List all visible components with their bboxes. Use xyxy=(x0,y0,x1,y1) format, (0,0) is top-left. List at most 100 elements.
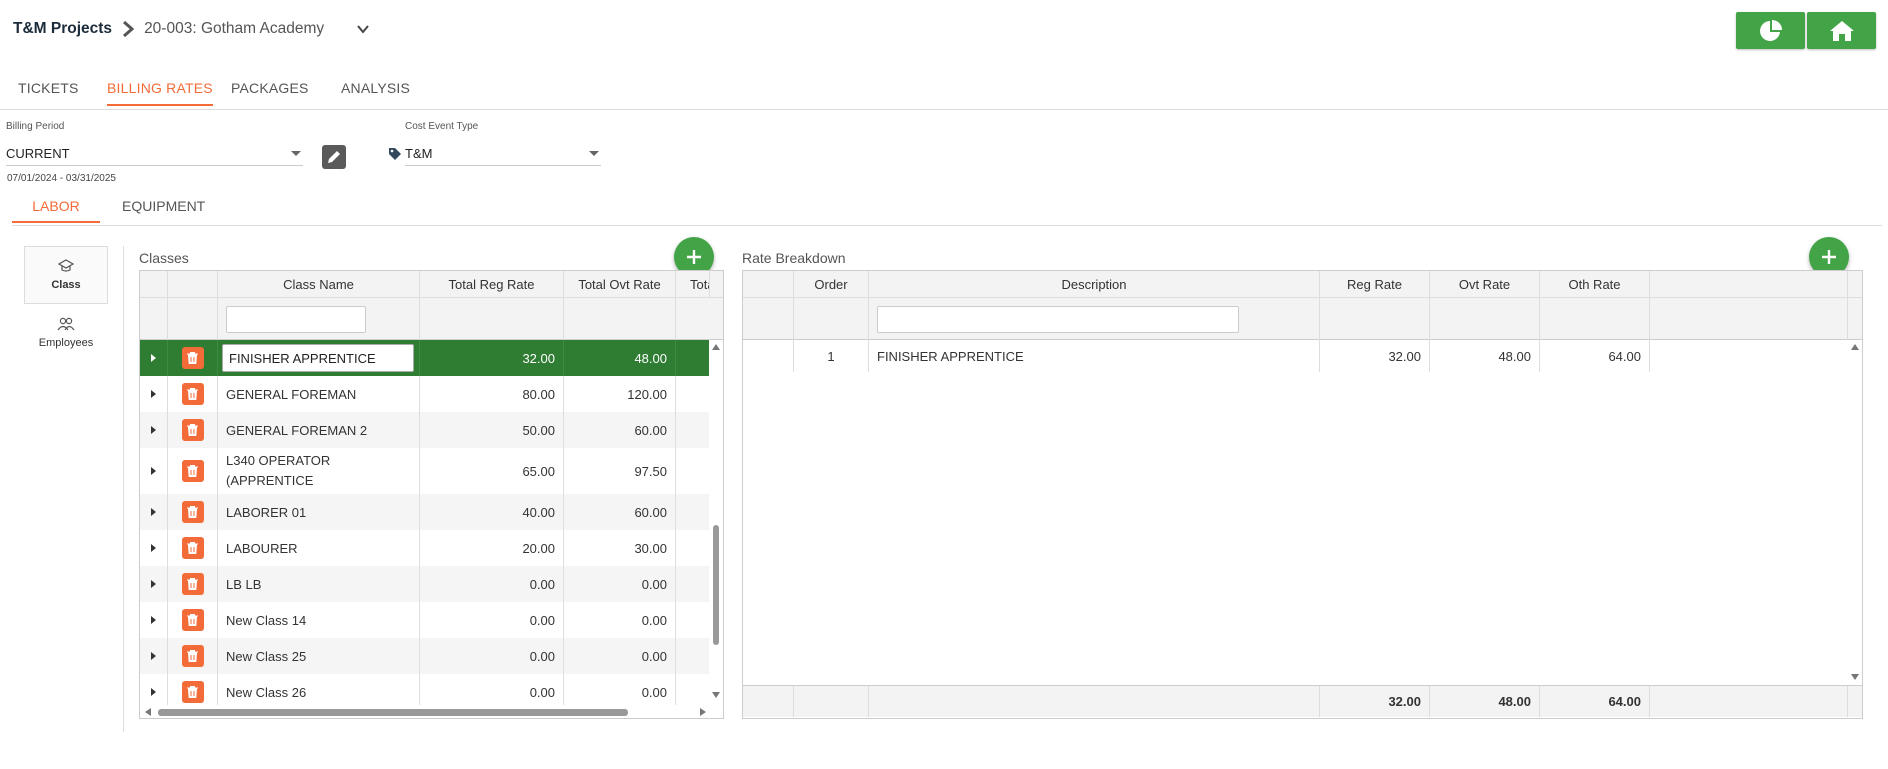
side-item-class-label: Class xyxy=(51,279,81,291)
class-name-cell[interactable]: New Class 14 xyxy=(218,602,420,638)
tab-packages[interactable]: PACKAGES xyxy=(231,80,309,104)
header-total-reg-rate[interactable]: Total Reg Rate xyxy=(420,271,564,298)
table-row[interactable]: L340 OPERATOR (APPRENTICE 65.00 97.50 xyxy=(140,448,710,494)
chevron-down-icon[interactable] xyxy=(356,22,370,36)
total-oth-rate xyxy=(676,638,710,674)
delete-button[interactable] xyxy=(181,645,204,667)
cost-event-type-value: T&M xyxy=(405,146,433,161)
side-item-employees[interactable]: Employees xyxy=(24,304,108,362)
side-item-class[interactable]: Class xyxy=(24,246,108,304)
total-ovt-rate: 0.00 xyxy=(564,566,676,602)
cost-event-type-select[interactable]: T&M xyxy=(405,142,601,166)
caret-right-icon xyxy=(151,426,156,434)
delete-button[interactable] xyxy=(181,537,204,559)
scroll-up-arrow[interactable] xyxy=(1851,344,1859,350)
class-name-edit-input[interactable]: FINISHER APPRENTICE xyxy=(222,344,414,372)
scroll-thumb-horizontal[interactable] xyxy=(158,709,628,716)
row-delete-cell xyxy=(168,530,218,566)
table-row[interactable]: 1 FINISHER APPRENTICE 32.00 48.00 64.00 xyxy=(743,340,1848,372)
class-name-cell[interactable]: New Class 25 xyxy=(218,638,420,674)
delete-button[interactable] xyxy=(181,419,204,441)
total-ovt-rate: 0.00 xyxy=(564,602,676,638)
row-expander[interactable] xyxy=(140,494,168,530)
row-expander[interactable] xyxy=(140,566,168,602)
breadcrumb-current[interactable]: 20-003: Gotham Academy xyxy=(144,20,324,38)
table-row[interactable]: New Class 25 0.00 0.00 xyxy=(140,638,710,674)
scroll-down-arrow[interactable] xyxy=(712,692,720,698)
row-expander[interactable] xyxy=(140,448,168,494)
table-row[interactable]: LABORER 01 40.00 60.00 xyxy=(140,494,710,530)
classes-horizontal-scrollbar[interactable] xyxy=(140,705,723,718)
class-name-filter-input[interactable] xyxy=(226,306,366,333)
row-expander[interactable] xyxy=(140,412,168,448)
row-expander[interactable] xyxy=(140,638,168,674)
table-row[interactable]: GENERAL FOREMAN 2 50.00 60.00 xyxy=(140,412,710,448)
class-name-cell[interactable]: GENERAL FOREMAN 2 xyxy=(218,412,420,448)
class-name-cell[interactable]: LABORER 01 xyxy=(218,494,420,530)
header-reg-rate[interactable]: Reg Rate xyxy=(1320,271,1430,298)
scroll-thumb[interactable] xyxy=(713,525,719,645)
classes-vertical-scrollbar[interactable] xyxy=(709,340,723,705)
tab-analysis[interactable]: ANALYSIS xyxy=(341,80,410,104)
class-name-cell[interactable]: LB LB xyxy=(218,566,420,602)
delete-button[interactable] xyxy=(181,681,204,703)
total-reg-rate: 0.00 xyxy=(420,638,564,674)
table-row[interactable]: GENERAL FOREMAN 80.00 120.00 xyxy=(140,376,710,412)
caret-right-icon xyxy=(151,354,156,362)
users-icon xyxy=(57,317,75,331)
total-oth-rate xyxy=(676,530,710,566)
caret-right-icon xyxy=(151,580,156,588)
class-name-cell[interactable]: LABOURER xyxy=(218,530,420,566)
header-description[interactable]: Description xyxy=(869,271,1320,298)
class-name: GENERAL FOREMAN 2 xyxy=(226,422,368,438)
table-row[interactable]: New Class 14 0.00 0.00 xyxy=(140,602,710,638)
header-total-ovt-rate[interactable]: Total Ovt Rate xyxy=(564,271,676,298)
scroll-left-arrow[interactable] xyxy=(145,708,151,716)
rate-description: FINISHER APPRENTICE xyxy=(869,340,1320,372)
row-expander[interactable] xyxy=(140,602,168,638)
tab-labor[interactable]: LABOR xyxy=(12,198,100,223)
home-button[interactable] xyxy=(1807,12,1876,49)
description-filter-input[interactable] xyxy=(877,306,1239,333)
total-reg-rate: 50.00 xyxy=(420,412,564,448)
header-oth-rate[interactable]: Oth Rate xyxy=(1540,271,1650,298)
sub-tabs: LABOR EQUIPMENT xyxy=(12,198,1882,226)
breadcrumb-root[interactable]: T&M Projects xyxy=(13,20,112,38)
tab-equipment[interactable]: EQUIPMENT xyxy=(122,198,205,221)
delete-button[interactable] xyxy=(181,347,204,369)
row-expander[interactable] xyxy=(140,530,168,566)
row-expander[interactable] xyxy=(140,376,168,412)
table-row[interactable]: LB LB 0.00 0.00 xyxy=(140,566,710,602)
delete-button[interactable] xyxy=(181,609,204,631)
tab-billing-rates[interactable]: BILLING RATES xyxy=(107,80,213,106)
class-name-cell[interactable]: L340 OPERATOR (APPRENTICE xyxy=(218,448,420,494)
trash-icon xyxy=(187,506,198,518)
class-name-cell[interactable]: GENERAL FOREMAN xyxy=(218,376,420,412)
total-ovt-rate: 0.00 xyxy=(564,638,676,674)
row-expander[interactable] xyxy=(140,340,168,376)
scroll-right-arrow[interactable] xyxy=(700,708,706,716)
tab-tickets[interactable]: TICKETS xyxy=(18,80,79,104)
delete-button[interactable] xyxy=(181,460,204,482)
delete-button[interactable] xyxy=(181,573,204,595)
plus-icon xyxy=(687,250,701,264)
header-ovt-rate[interactable]: Ovt Rate xyxy=(1430,271,1540,298)
total-reg: 32.00 xyxy=(1320,686,1430,717)
dashboard-button[interactable] xyxy=(1736,12,1805,49)
table-row[interactable]: FINISHER APPRENTICE 32.00 48.00 xyxy=(140,340,710,376)
classes-filter-row xyxy=(140,298,723,340)
total-ovt: 48.00 xyxy=(1430,686,1540,717)
class-name: GENERAL FOREMAN xyxy=(226,386,357,402)
rate-breakdown-vertical-scrollbar[interactable] xyxy=(1848,340,1862,685)
scroll-down-arrow[interactable] xyxy=(1851,674,1859,680)
table-row[interactable]: LABOURER 20.00 30.00 xyxy=(140,530,710,566)
header-class-name[interactable]: Class Name xyxy=(218,271,420,298)
billing-period-select[interactable]: CURRENT xyxy=(6,142,303,166)
delete-button[interactable] xyxy=(181,501,204,523)
header-order[interactable]: Order xyxy=(794,271,869,298)
class-name-cell[interactable]: FINISHER APPRENTICE xyxy=(218,340,420,376)
scroll-up-arrow[interactable] xyxy=(712,344,720,350)
header-total-oth-rate[interactable]: Tota xyxy=(676,271,710,298)
edit-period-button[interactable] xyxy=(322,145,346,169)
delete-button[interactable] xyxy=(181,383,204,405)
